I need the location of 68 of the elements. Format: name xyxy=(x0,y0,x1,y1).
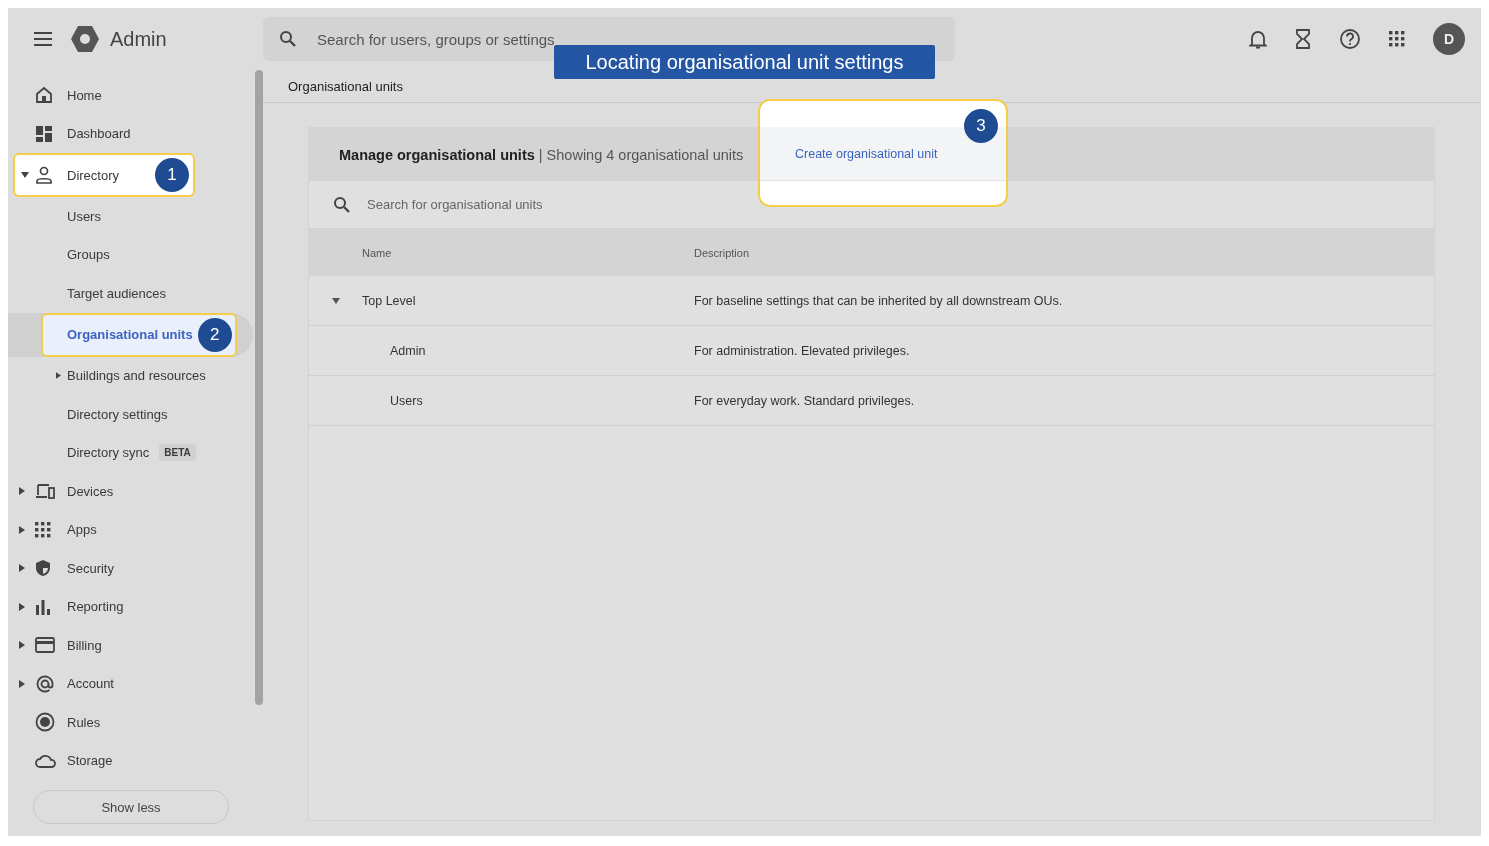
card-heading: Manage organisational units | Showing 4 organisational units xyxy=(339,146,744,163)
grid-icon xyxy=(35,521,51,538)
sidebar-item[interactable]: Account xyxy=(8,664,253,703)
caret-icon[interactable] xyxy=(21,172,29,178)
hourglass-icon[interactable] xyxy=(1295,29,1311,49)
breadcrumb: Organisational units xyxy=(288,78,403,94)
sidebar-item[interactable]: Users xyxy=(8,197,101,236)
sidebar-item[interactable]: Target audiences xyxy=(8,274,166,313)
table-row[interactable]: Users For everyday work. Standard privileges. xyxy=(309,376,1434,426)
table-cell: For administration. Elevated privileges. xyxy=(694,343,910,358)
sidebar-item[interactable]: Buildings and resources xyxy=(8,356,206,395)
table-cell: For everyday work. Standard privileges. xyxy=(694,393,915,408)
credit-card-icon xyxy=(35,637,55,654)
shield-icon xyxy=(35,559,51,578)
sidebar-item[interactable]: Devices xyxy=(8,472,253,511)
table-cell-text: Top Level xyxy=(362,293,417,308)
compass-icon xyxy=(35,712,55,733)
caret-icon[interactable] xyxy=(18,679,25,688)
table-cell: For baseline settings that can be inherited by all downstream OUs. xyxy=(694,293,1063,308)
search-icon xyxy=(279,30,297,48)
sidebar-item[interactable]: Rules xyxy=(8,703,253,742)
search-icon xyxy=(333,195,351,214)
table-row[interactable]: Top Level For baseline settings that can be inherited by all downstream OUs. xyxy=(309,276,1434,326)
sidebar-item[interactable]: Home xyxy=(8,76,253,115)
sidebar-item[interactable]: Directory settings xyxy=(8,395,168,434)
table-row[interactable]: Admin For administration. Elevated privileges. xyxy=(309,326,1434,376)
step-number-badge: 3 xyxy=(964,109,998,143)
column-header[interactable]: Name xyxy=(362,246,694,259)
sidebar-item[interactable]: Security xyxy=(8,549,253,588)
caret-icon[interactable] xyxy=(18,487,25,496)
step-number-badge: 2 xyxy=(197,317,232,352)
app-title: Admin xyxy=(110,27,167,51)
column-header[interactable]: Description xyxy=(694,246,750,259)
sidebar-item[interactable]: Groups xyxy=(8,235,110,274)
caret-icon[interactable] xyxy=(18,602,25,611)
cloud-icon xyxy=(35,753,57,768)
beta-badge: BETA xyxy=(159,444,196,462)
at-sign-icon xyxy=(35,673,55,694)
laptop-phone-icon xyxy=(35,483,55,500)
sidebar-item[interactable]: Storage xyxy=(8,741,253,780)
sidebar-item[interactable]: Reporting xyxy=(8,587,253,626)
table-cell-text: Users xyxy=(389,393,424,408)
sidebar-item[interactable]: Billing xyxy=(8,626,253,665)
table-cell-text: Admin xyxy=(389,343,427,358)
scrollbar[interactable] xyxy=(255,70,263,705)
menu-icon[interactable] xyxy=(34,31,54,47)
step-number-badge: 1 xyxy=(155,158,189,192)
avatar[interactable]: D xyxy=(1433,23,1465,55)
caret-icon[interactable] xyxy=(56,372,61,380)
help-icon[interactable] xyxy=(1339,28,1361,50)
bar-chart-icon xyxy=(35,598,51,615)
search-field[interactable]: Search for organisational units xyxy=(365,180,1434,229)
sidebar-item[interactable]: Organisational units 2 xyxy=(41,312,237,357)
caret-icon[interactable] xyxy=(331,297,340,304)
caret-icon[interactable] xyxy=(18,525,25,534)
apps-grid-icon[interactable] xyxy=(1389,31,1405,47)
dashboard-icon xyxy=(35,124,53,143)
sidebar-item[interactable]: Directory sync BETA xyxy=(8,433,196,472)
sidebar-item[interactable]: Dashboard xyxy=(8,114,253,153)
person-icon xyxy=(35,166,53,184)
bell-icon[interactable] xyxy=(1249,29,1267,49)
sidebar-item[interactable]: Apps xyxy=(8,510,253,549)
hexagon-logo-icon xyxy=(70,25,100,53)
caret-icon[interactable] xyxy=(18,564,25,573)
caret-icon[interactable] xyxy=(18,641,25,650)
sidebar-item[interactable]: Directory 1 xyxy=(13,153,195,197)
annotation-tooltip: Locating organisational unit settings xyxy=(554,45,935,79)
home-icon xyxy=(35,86,53,105)
